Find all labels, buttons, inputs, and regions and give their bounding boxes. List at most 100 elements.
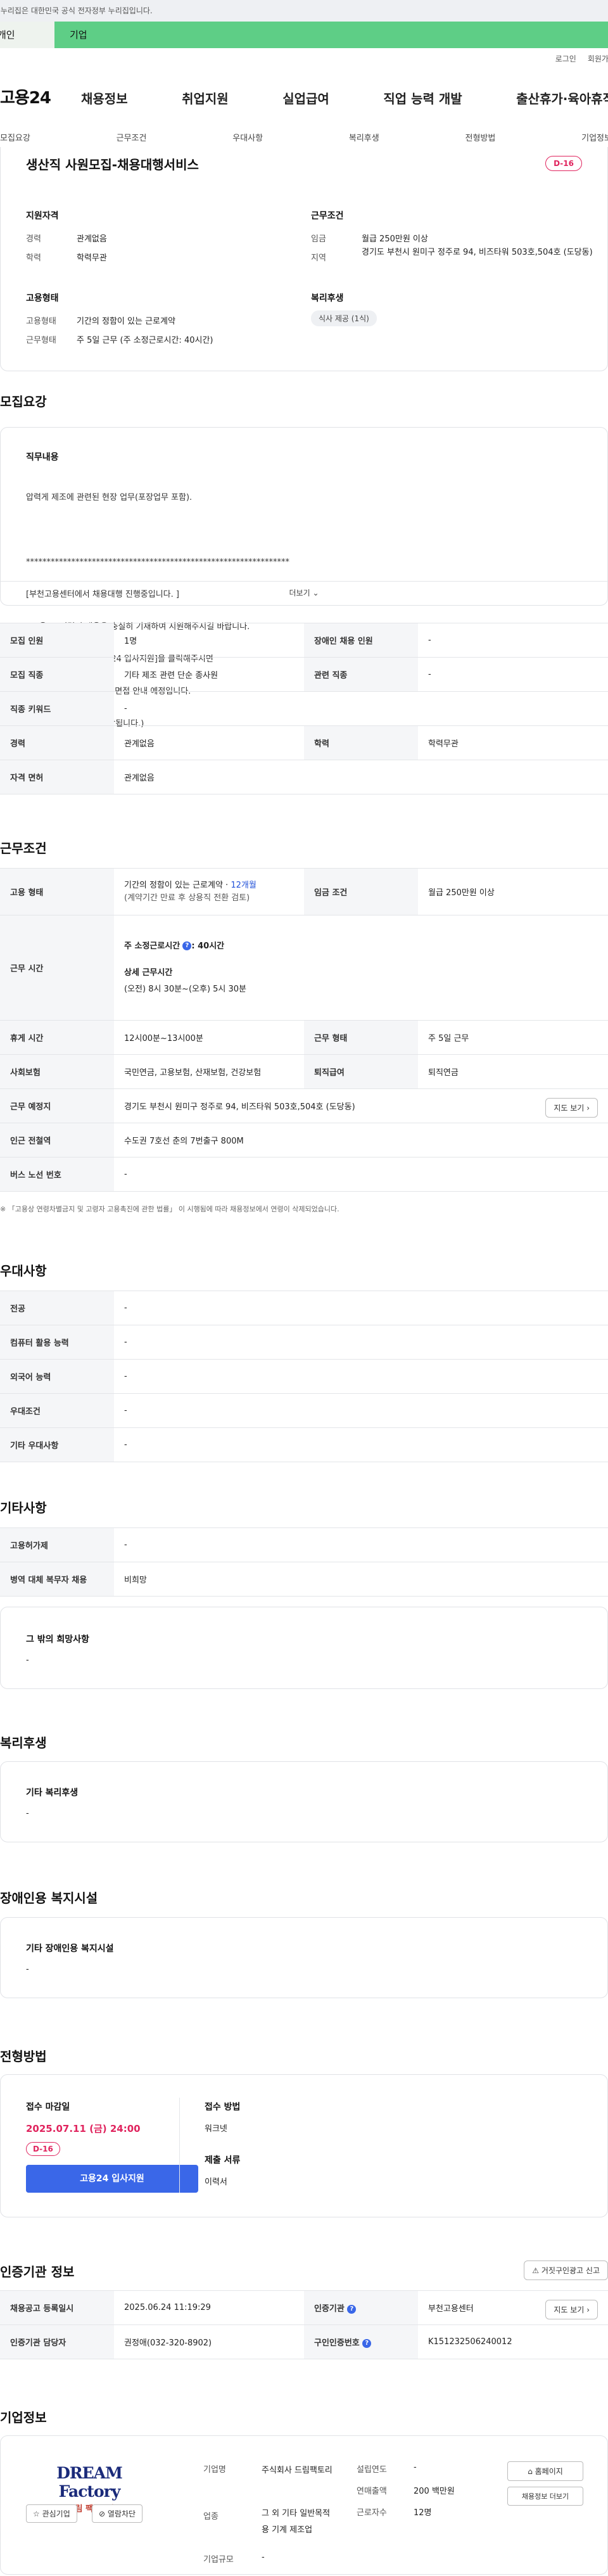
row-label: 외국어 능력 [0,1359,114,1394]
row-value: - [418,657,608,692]
scale-label: 기업규모 [203,2555,234,2565]
gov-notice-bar: 이 누리집은 대한민국 공식 전자정부 누리집입니다. [0,0,608,22]
hours-detail-title: 상세 근무시간 [124,967,173,978]
summary-card: 생산직 사원모집-채용대행서비스 D-16 지원자격 경력 관계없음 학력 학력… [0,147,608,371]
fav-company-button[interactable]: ☆ 관심기업 [26,2504,77,2523]
site-logo[interactable]: 고용24 [0,85,51,108]
row-value: 권정애(032-320-8902) [114,2324,304,2359]
docs-label: 제출 서류 [205,2155,241,2165]
welfare-card-value: - [26,1809,29,1818]
chevron-right-icon: › [586,2305,590,2314]
segment-person-label: 개인 [0,29,15,41]
row-label: 임금 조건 [304,868,418,915]
place-value: 경기도 부천시 원미구 정주로 94, 비즈타워 503호,504호 (도당동) [124,1102,355,1112]
more-button[interactable]: 더보기 ⌄ [1,581,607,605]
gnb-item[interactable]: 직업 능력 개발 [383,89,462,107]
chevron-down-icon: ⌄ [312,589,319,597]
question-icon[interactable]: ? [182,941,192,950]
segment-company[interactable]: 기업 [54,22,608,48]
emp-count-label: 근로자수 [357,2508,387,2518]
process-section-title: 전형방법 [0,2049,47,2064]
duty-line [26,525,289,535]
row-value: 국민연금, 고용보험, 산재보험, 건강보험 [114,1054,304,1089]
table-row: 직종 키워드 - [0,691,608,726]
question-icon[interactable]: ? [347,2304,357,2314]
disabled-card-title: 기타 장애인용 복지시설 [26,1944,114,1954]
block-label: 열람차단 [107,2509,136,2518]
found-label: 설립연도 [357,2465,387,2475]
row-value: 경기도 부천시 원미구 정주로 94, 비즈타워 503호,504호 (도당동)… [114,1088,608,1123]
report-button[interactable]: ⚠ 거짓구인광고 신고 [524,2260,608,2280]
worktype-label: 근무형태 [26,336,56,345]
welfare-section-title: 복리후생 [0,1735,47,1750]
emp-count-value: 12명 [414,2508,432,2518]
row-value: - [114,1157,608,1192]
job-title: 생산직 사원모집-채용대행서비스 [26,157,199,172]
table-row: 휴게 시간 12시00분~13시00분 근무 형태 주 5일 근무 [0,1020,608,1055]
hours-title: 주 소정근로시간 [124,941,180,951]
deadline-label: 접수 마감일 [26,2102,70,2112]
row-value: 2025.06.24 11:19:29 [114,2290,304,2325]
gnb-item[interactable]: 실업급여 [282,89,329,107]
company-logo-main: DREAM Factory [56,2464,123,2501]
cname-value: 주식회사 드림팩토리 [262,2466,332,2475]
sales-label: 연매출액 [357,2487,387,2496]
org-label-text: 인증기관 [314,2304,345,2314]
report-button-label: 거짓구인광고 신고 [541,2266,600,2275]
row-value: 기간의 정함이 있는 근로계약 · 12개월 (계약기간 만료 후 상용직 전환… [114,868,304,915]
conditions-section-title: 근무조건 [0,841,47,856]
warning-icon: ⚠ [532,2266,540,2275]
cert-section-title: 인증기관 정보 [0,2264,75,2280]
deadline-value: 2025.07.11 (금) 24:00 [26,2123,141,2134]
emptype-value: 기간의 정함이 있는 근로계약 [77,317,175,326]
row-label: 근무 시간 [0,915,114,1021]
map-button[interactable]: 지도 보기 › [545,1098,598,1118]
gnb-item[interactable]: 채용정보 [81,89,128,107]
fav-label: 관심기업 [42,2509,70,2518]
row-label: 퇴직급여 [304,1054,418,1089]
wage-value: 월급 250만원 이상 [362,234,428,244]
cond-title: 근무조건 [311,211,344,221]
table-row: 경력 관계없음 학력 학력무관 [0,725,608,760]
row-value: - [114,1359,608,1394]
row-label: 고용 형태 [0,868,114,915]
disabled-card: 기타 장애인용 복지시설 - [0,1917,608,1998]
question-icon[interactable]: ? [362,2338,372,2348]
table-row: 컴퓨터 활용 능력 - [0,1325,608,1360]
gnb-item[interactable]: 취업지원 [182,89,229,107]
row-label: 구인인증번호 ? [304,2324,418,2359]
conditions-table: 고용 형태 기간의 정함이 있는 근로계약 · 12개월 (계약기간 만료 후 … [0,868,608,1192]
row-label: 모집 인원 [0,623,114,658]
row-value: - [114,1291,608,1325]
edu-label: 학력 [26,253,41,263]
table-row: 전공 - [0,1291,608,1325]
hours-detail-value: (오전) 8시 30분~(오후) 5시 30분 [124,984,247,994]
homepage-button[interactable]: ⌂ 홈페이지 [507,2461,583,2481]
join-link[interactable]: 회원가입 [588,53,608,64]
duty-line: 압력게 제조에 관련된 현장 업무(포장업무 포함). [26,493,193,502]
gnb-item[interactable]: 출산휴가·육아휴직 [516,89,608,107]
login-link[interactable]: 로그인 [555,53,576,64]
hours-value: : 40시간 [191,941,225,951]
gov-notice-text: 이 누리집은 대한민국 공식 전자정부 누리집입니다. [0,6,153,15]
segment-company-label: 기업 [70,29,87,41]
row-label: 사회보험 [0,1054,114,1089]
row-label: 근무 형태 [304,1020,418,1055]
emp-value: 기간의 정함이 있는 근로계약 · [124,880,231,890]
block-icon: ⊘ [99,2509,106,2518]
row-label: 고용허가제 [0,1527,114,1562]
row-label: 경력 [0,725,114,760]
apply-button[interactable]: 고용24 입사지원 [26,2165,198,2193]
cert-map-button[interactable]: 지도 보기 › [545,2300,598,2319]
row-value: - [114,1325,608,1360]
table-row: 채용공고 등록일시 2025.06.24 11:19:29 인증기관 ? 부천고… [0,2290,608,2325]
more-jobs-button[interactable]: 채용정보 더보기 [507,2487,583,2506]
row-value: 수도권 7호선 춘의 7번출구 800M [114,1123,608,1157]
block-company-button[interactable]: ⊘ 열람차단 [92,2504,143,2523]
table-row: 근무 시간 주 소정근로시간 ?: 40시간 상세 근무시간 (오전) 8시 3… [0,915,608,1021]
table-row: 근무 예정지 경기도 부천시 원미구 정주로 94, 비즈타워 503호,504… [0,1088,608,1123]
segment-person[interactable]: 개인 [0,22,54,48]
row-value: - [114,1527,608,1562]
row-label: 전공 [0,1291,114,1325]
row-value: 관계없음 [114,725,304,760]
